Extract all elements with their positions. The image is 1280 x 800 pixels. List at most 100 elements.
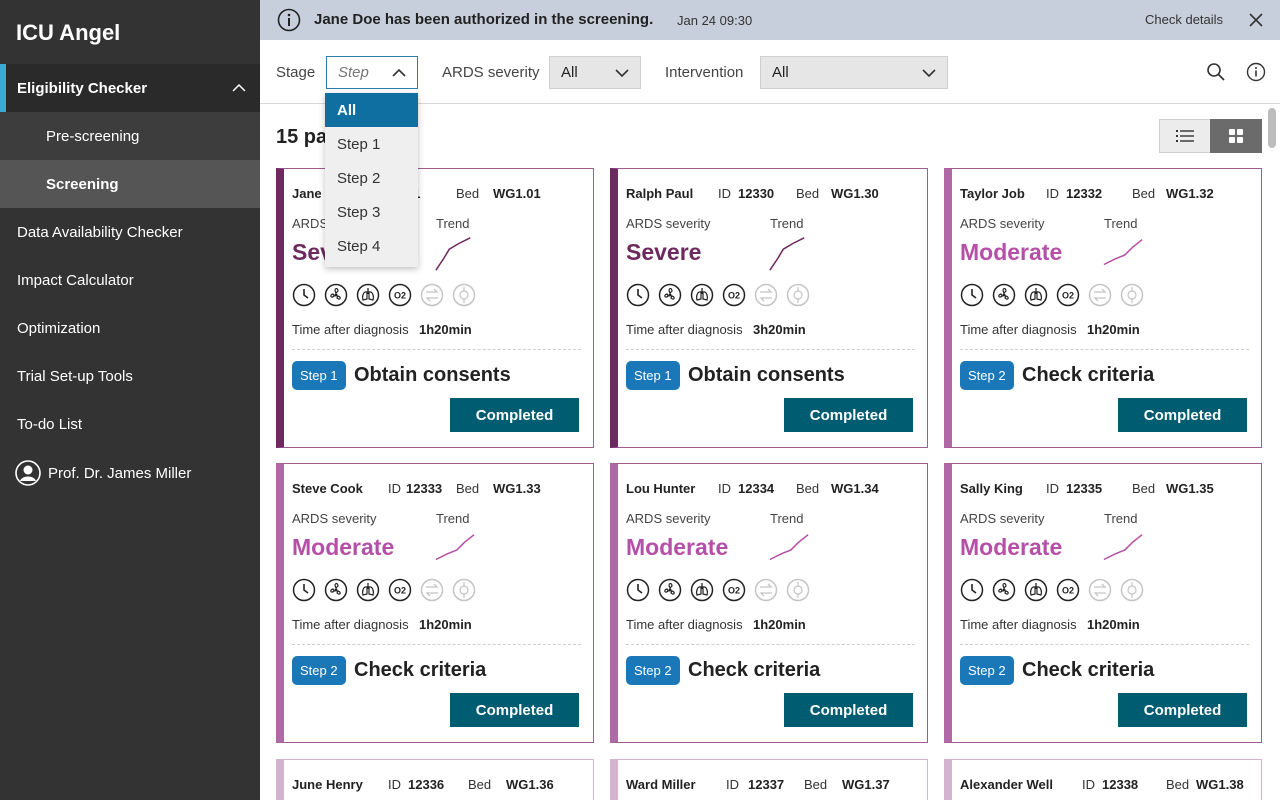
step-badge: Step 1 xyxy=(626,361,680,390)
search-icon[interactable] xyxy=(1206,62,1226,82)
ards-severity-label: ARDS xyxy=(292,216,329,231)
patient-card[interactable]: Lou Hunter ID 12334 Bed WG1.34 ARDS severity T… xyxy=(610,463,928,743)
bed-label: Bed xyxy=(796,186,820,201)
stage-option-step-2[interactable]: Step 2 xyxy=(325,161,418,195)
ards-severity-label: ARDS severity xyxy=(442,64,540,81)
ecmo-icon xyxy=(786,283,810,307)
step-task-title: Check criteria xyxy=(688,659,821,681)
patient-card[interactable]: June Henry ID 12336 Bed WG1.36 xyxy=(276,759,594,800)
ecmo-icon xyxy=(1120,578,1144,602)
notification-time: Jan 24 09:30 xyxy=(677,13,753,28)
intervention-label: Intervention xyxy=(665,64,744,81)
bed-number: WG1.01 xyxy=(493,186,541,201)
completed-button[interactable]: Completed xyxy=(450,398,579,432)
stage-option-step-3[interactable]: Step 3 xyxy=(325,195,418,229)
sidebar-item-impact-calculator[interactable]: Impact Calculator xyxy=(0,256,260,304)
patient-id-label: ID xyxy=(726,777,739,792)
patient-card[interactable]: Steve Cook ID 12333 Bed WG1.33 ARDS severity T… xyxy=(276,463,594,743)
app-title: ICU Angel xyxy=(16,20,121,45)
lungs-icon xyxy=(690,578,714,602)
list-view-button[interactable] xyxy=(1159,119,1211,153)
intervention-select-value: All xyxy=(772,64,789,81)
ards-severity-label: ARDS severity xyxy=(960,216,1045,231)
sidebar-item-label: To-do List xyxy=(17,415,83,433)
chevron-down-icon xyxy=(615,69,629,78)
user-profile[interactable]: Prof. Dr. James Miller xyxy=(0,449,260,497)
close-icon[interactable] xyxy=(1248,12,1264,28)
patient-name: Lou Hunter xyxy=(626,481,696,496)
ecmo-icon xyxy=(786,578,810,602)
stage-select-value: Step xyxy=(338,64,369,81)
lungs-icon xyxy=(690,283,714,307)
completed-button[interactable]: Completed xyxy=(784,693,913,727)
patient-name: Jane xyxy=(292,186,322,201)
completed-button[interactable]: Completed xyxy=(1118,398,1247,432)
trend-sparkline xyxy=(1103,239,1143,266)
info-icon xyxy=(277,8,301,32)
stage-option-all[interactable]: All xyxy=(325,93,418,127)
sidebar-item-optimization[interactable]: Optimization xyxy=(0,304,260,352)
sidebar-item-data-availability-checker[interactable]: Data Availability Checker xyxy=(0,208,260,256)
bed-label: Bed xyxy=(468,777,492,792)
ventilator-fan-icon xyxy=(992,578,1016,602)
check-details-link[interactable]: Check details xyxy=(1145,12,1223,27)
ventilator-fan-icon xyxy=(324,283,348,307)
stage-select[interactable]: Step xyxy=(326,56,418,89)
completed-button[interactable]: Completed xyxy=(1118,693,1247,727)
sidebar-item-trial-setup-tools[interactable]: Trial Set-up Tools xyxy=(0,352,260,400)
patient-id-label: ID xyxy=(1046,186,1059,201)
completed-button[interactable]: Completed xyxy=(450,693,579,727)
lungs-icon xyxy=(356,578,380,602)
patient-card[interactable]: Ward Miller ID 12337 Bed WG1.37 xyxy=(610,759,928,800)
intervention-icons: O2 xyxy=(960,578,1152,602)
sidebar-item-screening[interactable]: Screening xyxy=(0,160,260,208)
trend-sparkline xyxy=(435,237,471,271)
transfer-icon xyxy=(754,578,778,602)
sidebar-item-label: Data Availability Checker xyxy=(17,223,183,241)
divider xyxy=(292,644,581,645)
list-icon xyxy=(1176,130,1194,142)
sidebar-item-pre-screening[interactable]: Pre-screening xyxy=(0,112,260,160)
o2-label: O2 xyxy=(1062,586,1074,596)
o2-icon: O2 xyxy=(388,283,412,307)
sidebar-item-eligibility-checker[interactable]: Eligibility Checker xyxy=(0,64,260,112)
user-avatar-icon xyxy=(15,460,41,486)
ards-severity-value: Moderate xyxy=(960,239,1063,265)
chevron-up-icon xyxy=(232,83,246,92)
intervention-select[interactable]: All xyxy=(760,56,948,89)
grid-view-button[interactable] xyxy=(1210,119,1262,153)
patient-id: 12338 xyxy=(1102,777,1139,792)
stage-option-step-4[interactable]: Step 4 xyxy=(325,229,418,263)
o2-icon: O2 xyxy=(722,578,746,602)
patient-card[interactable]: Sally King ID 12335 Bed WG1.35 ARDS severity T… xyxy=(944,463,1262,743)
sidebar-item-todo-list[interactable]: To-do List xyxy=(0,400,260,448)
info-icon[interactable] xyxy=(1246,62,1266,82)
divider xyxy=(960,644,1249,645)
bed-number: WG1.38 xyxy=(1196,777,1244,792)
bed-label: Bed xyxy=(1166,777,1190,792)
o2-label: O2 xyxy=(394,291,406,301)
patient-id: 12335 xyxy=(1066,481,1103,496)
patient-id: 12336 xyxy=(408,777,445,792)
step-badge: Step 2 xyxy=(626,656,680,685)
ards-severity-value: Moderate xyxy=(960,534,1063,560)
patient-card[interactable]: Ralph Paul ID 12330 Bed WG1.30 ARDS severity T… xyxy=(610,168,928,448)
o2-icon: O2 xyxy=(1056,578,1080,602)
step-task-title: Obtain consents xyxy=(354,364,511,386)
scrollbar[interactable] xyxy=(1268,108,1276,148)
patient-card[interactable]: Alexander Well ID 12338 Bed WG1.38 xyxy=(944,759,1262,800)
divider xyxy=(292,349,581,350)
time-after-diagnosis-value: 1h20min xyxy=(1087,617,1140,632)
step-task-title: Check criteria xyxy=(1022,364,1155,386)
completed-button[interactable]: Completed xyxy=(784,398,913,432)
bed-label: Bed xyxy=(456,481,480,496)
trend-sparkline xyxy=(769,237,805,271)
trend-label: Trend xyxy=(436,511,470,526)
patient-card[interactable]: Taylor Job ID 12332 Bed WG1.32 ARDS severity T… xyxy=(944,168,1262,448)
bed-number: WG1.37 xyxy=(842,777,890,792)
stage-option-step-1[interactable]: Step 1 xyxy=(325,127,418,161)
trend-sparkline xyxy=(769,534,809,561)
patient-card[interactable]: Jane01BedWG1.01ARDSTrendSevO2Time after … xyxy=(276,168,594,448)
divider xyxy=(626,644,915,645)
ards-severity-select[interactable]: All xyxy=(549,56,641,89)
